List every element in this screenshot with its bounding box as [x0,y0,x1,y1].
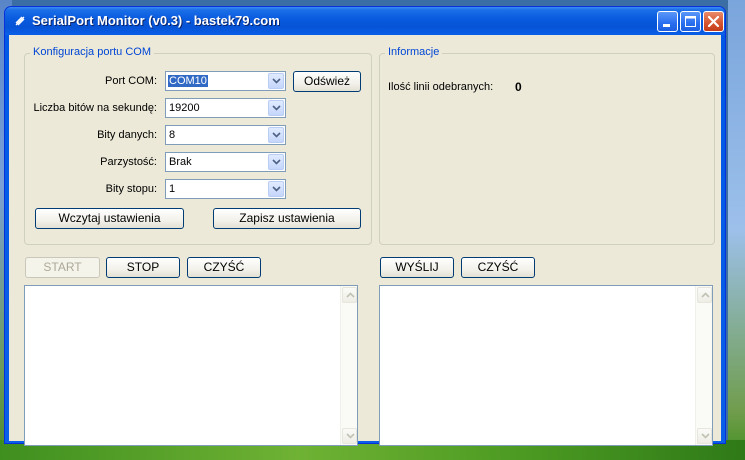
parity-select[interactable]: Brak [165,152,286,172]
data-bits-value: 8 [169,129,176,141]
port-com-value: COM10 [168,75,208,87]
send-scrollbar[interactable] [695,286,712,445]
window-title: SerialPort Monitor (v0.3) - bastek79.com [32,13,280,28]
chevron-down-icon [272,159,281,165]
load-settings-button[interactable]: Wczytaj ustawienia [35,208,184,229]
receive-textarea[interactable] [24,285,358,446]
received-lines-count: 0 [515,80,522,94]
port-com-dropdown-button[interactable] [268,73,284,89]
save-settings-button[interactable]: Zapisz ustawienia [213,208,361,229]
send-scroll-up-button[interactable] [697,287,712,303]
app-icon [15,16,25,26]
port-com-label: Port COM: [105,75,157,87]
maximize-icon [685,16,696,27]
stop-button[interactable]: STOP [106,257,180,278]
chevron-up-icon [701,292,710,298]
stop-bits-select[interactable]: 1 [165,179,286,199]
info-group: Informacje Ilość linii odebranych: 0 [379,46,715,245]
baud-rate-label: Liczba bitów na sekundę: [33,102,157,114]
data-bits-dropdown-button[interactable] [268,127,284,143]
minimize-icon [663,24,670,27]
receive-scroll-up-button[interactable] [342,287,357,303]
com-config-legend: Konfiguracja portu COM [30,46,154,58]
minimize-button[interactable] [657,11,678,32]
data-bits-select[interactable]: 8 [165,125,286,145]
parity-label: Parzystość: [100,156,157,168]
send-textarea[interactable] [379,285,713,446]
app-window: SerialPort Monitor (v0.3) - bastek79.com… [4,6,726,446]
clear-send-button[interactable]: CZYŚĆ [461,257,535,278]
receive-scroll-down-button[interactable] [342,428,357,444]
chevron-down-icon [346,433,355,439]
received-lines-label: Ilość linii odebranych: [388,81,494,93]
send-scroll-down-button[interactable] [697,428,712,444]
baud-rate-value: 19200 [169,102,200,114]
client-area: Konfiguracja portu COM Port COM: COM10 O… [9,35,721,446]
info-legend: Informacje [385,46,443,58]
port-com-select[interactable]: COM10 [165,71,286,91]
chevron-down-icon [272,105,281,111]
chevron-up-icon [346,292,355,298]
stop-bits-value: 1 [169,183,176,195]
baud-rate-dropdown-button[interactable] [268,100,284,116]
com-config-group: Konfiguracja portu COM Port COM: COM10 O… [24,46,372,245]
close-icon [707,15,720,28]
maximize-button[interactable] [680,11,701,32]
refresh-button[interactable]: Odśwież [293,71,361,92]
chevron-down-icon [272,78,281,84]
chevron-down-icon [701,433,710,439]
start-button[interactable]: START [25,257,100,278]
baud-rate-select[interactable]: 19200 [165,98,286,118]
chevron-down-icon [272,186,281,192]
data-bits-label: Bity danych: [97,129,157,141]
stop-bits-dropdown-button[interactable] [268,181,284,197]
stop-bits-label: Bity stopu: [105,183,157,195]
receive-scrollbar[interactable] [340,286,357,445]
title-bar[interactable]: SerialPort Monitor (v0.3) - bastek79.com [5,7,725,35]
close-button[interactable] [703,11,724,32]
chevron-down-icon [272,132,281,138]
parity-value: Brak [169,156,192,168]
parity-dropdown-button[interactable] [268,154,284,170]
clear-receive-button[interactable]: CZYŚĆ [187,257,261,278]
desktop-right-edge [728,0,745,460]
send-button[interactable]: WYŚLIJ [380,257,454,278]
